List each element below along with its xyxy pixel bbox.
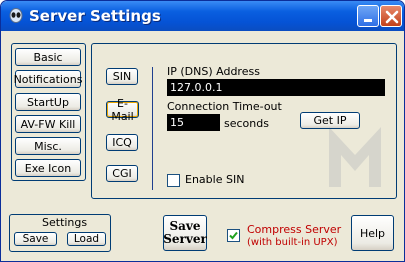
minimize-icon [364, 19, 372, 22]
timeout-unit-label: seconds [224, 117, 269, 130]
title-bar[interactable]: Server Settings [1, 1, 404, 31]
nav-exe-icon-button[interactable]: Exe Icon [15, 159, 81, 177]
tab-cgi[interactable]: CGI [106, 165, 138, 182]
compress-server-label: Compress Server [247, 223, 342, 236]
alien-icon [8, 8, 24, 24]
window-title: Server Settings [29, 7, 161, 25]
compress-server-checkbox[interactable] [227, 229, 240, 242]
tab-divider [152, 67, 153, 190]
server-settings-window: Server Settings Basic Notifications Star… [0, 0, 405, 262]
close-button[interactable] [380, 5, 402, 27]
nav-av-fw-kill-button[interactable]: AV-FW Kill [15, 115, 81, 133]
tab-email[interactable]: E-Mail [106, 97, 139, 123]
settings-load-button[interactable]: Load [67, 232, 106, 246]
tab-icq[interactable]: ICQ [106, 134, 138, 151]
enable-sin-label: Enable SIN [185, 173, 245, 186]
nav-notifications-button[interactable]: Notifications [14, 70, 82, 88]
settings-save-button[interactable]: Save [14, 232, 57, 246]
help-button[interactable]: Help [351, 215, 394, 251]
minimize-button[interactable] [357, 5, 379, 27]
save-server-line2: Server [163, 232, 207, 246]
connection-timeout-label: Connection Time-out [167, 100, 282, 113]
save-server-button[interactable]: Save Server [163, 215, 207, 251]
timeout-input[interactable]: 15 [167, 114, 220, 131]
ip-address-input[interactable]: 127.0.0.1 [167, 79, 385, 96]
tab-sin[interactable]: SIN [106, 68, 138, 85]
nav-startup-button[interactable]: StartUp [15, 93, 81, 111]
checkmark-icon [229, 231, 238, 240]
ip-address-label: IP (DNS) Address [167, 65, 260, 78]
enable-sin-checkbox[interactable] [167, 174, 180, 187]
watermark-logo-icon [329, 127, 381, 187]
nav-misc-button[interactable]: Misc. [15, 137, 81, 155]
close-icon [385, 10, 399, 24]
compress-server-sublabel: (with built-in UPX) [247, 237, 338, 248]
settings-group-title: Settings [42, 216, 88, 229]
nav-basic-button[interactable]: Basic [15, 48, 81, 66]
